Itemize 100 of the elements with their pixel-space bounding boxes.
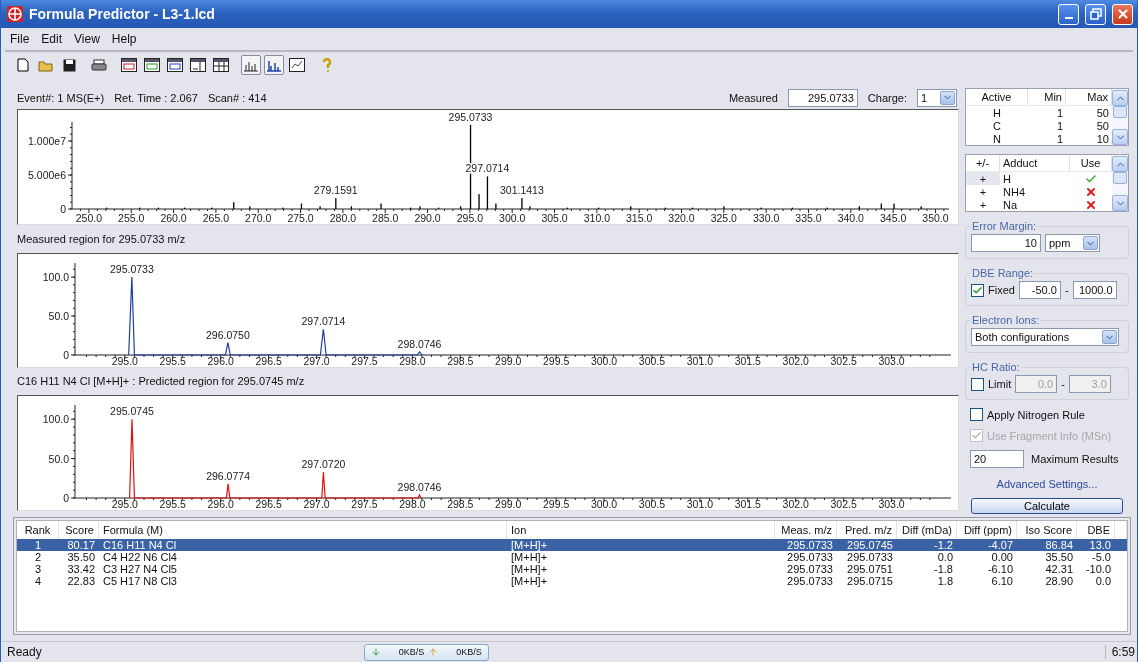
tick-label: 295.0	[111, 498, 138, 510]
table-cell[interactable]: 22.83	[59, 575, 99, 587]
scrollbar-thumb[interactable]	[1113, 106, 1127, 118]
tick-label: 310.0	[583, 212, 610, 225]
tick-label: 298.5	[447, 354, 474, 367]
column-header[interactable]: Active	[966, 89, 1028, 106]
table-cell[interactable]: 0.0	[897, 551, 957, 563]
minimize-button[interactable]	[1058, 3, 1079, 25]
table-cell[interactable]: 13.0	[1077, 539, 1115, 551]
table-cell[interactable]: +	[966, 172, 1000, 185]
table-cell[interactable]: C5 H17 N8 Cl3	[99, 575, 507, 587]
table-cell[interactable]: 295.0745	[837, 539, 897, 551]
peak-label: 298.0746	[397, 337, 442, 350]
table-cell[interactable]: 2	[17, 551, 59, 563]
table-cell[interactable]: 295.0733	[837, 551, 897, 563]
maximize-button[interactable]	[1085, 3, 1106, 25]
column-header[interactable]: Min	[1028, 89, 1066, 106]
cross-icon[interactable]	[1085, 198, 1097, 211]
electron-ions-dropdown[interactable]: Both configurations	[971, 328, 1119, 346]
table-cell[interactable]: -4.07	[957, 539, 1017, 551]
peak-label: 295.0733	[448, 111, 493, 124]
menu-item[interactable]: Help	[106, 30, 142, 48]
table-cell[interactable]: 42.31	[1017, 563, 1077, 575]
checkbox-label: Fixed	[988, 284, 1015, 296]
table-cell[interactable]: 33.42	[59, 563, 99, 575]
check-icon[interactable]	[1085, 172, 1097, 185]
table-cell[interactable]: 0.00	[957, 551, 1017, 563]
checkbox[interactable]	[971, 377, 984, 391]
tick-label: 299.5	[543, 354, 570, 367]
peak-label: 301.1413	[499, 184, 544, 197]
table-icon	[190, 58, 206, 72]
table-cell[interactable]: -1.8	[897, 563, 957, 575]
table-cell[interactable]: 3	[17, 563, 59, 575]
table-cell[interactable]: 35.50	[59, 551, 99, 563]
min-field[interactable]: -50.0	[1018, 281, 1061, 299]
table-cell[interactable]: [M+H]+	[507, 575, 775, 587]
table-cell[interactable]: 4	[17, 575, 59, 587]
table-cell[interactable]: 295.0733	[775, 539, 837, 551]
table-cell[interactable]: 6.10	[957, 575, 1017, 587]
table-cell[interactable]: 28.90	[1017, 575, 1077, 587]
table-cell[interactable]: C16 H11 N4 Cl	[99, 539, 507, 551]
table-cell[interactable]: [M+H]+	[507, 551, 775, 563]
table-cell[interactable]: [M+H]+	[507, 539, 775, 551]
checkbox[interactable]	[970, 408, 983, 421]
checkbox[interactable]	[971, 283, 984, 297]
table-cell[interactable]: 1.8	[897, 575, 957, 587]
scrollbar-thumb[interactable]	[1113, 172, 1127, 184]
table-cell[interactable]: 86.84	[1017, 539, 1077, 551]
table-cell[interactable]: 80.17	[59, 539, 99, 551]
max-results-field[interactable]: 20	[970, 450, 1024, 468]
menu-item[interactable]: File	[5, 30, 35, 48]
table-cell[interactable]: 295.0733	[775, 575, 837, 587]
checkbox-label: Use Fragment Info (MSn)	[987, 429, 1112, 442]
unit-dropdown[interactable]: ppm	[1045, 234, 1100, 252]
table-cell[interactable]: 35.50	[1017, 551, 1077, 563]
table-cell[interactable]: 295.0733	[775, 563, 837, 575]
table-cell[interactable]: 1	[17, 539, 59, 551]
peak-label: 279.1591	[313, 184, 358, 197]
check-icon	[972, 284, 983, 296]
toolbar-button[interactable]	[165, 55, 185, 75]
menu-item[interactable]: View	[69, 30, 105, 48]
table-cell[interactable]: 295.0733	[775, 551, 837, 563]
upload-arrow-icon	[428, 647, 439, 657]
toolbar-button[interactable]	[119, 55, 139, 75]
calculate-button[interactable]: Calculate	[971, 498, 1123, 514]
tick-label: 270.0	[245, 212, 272, 225]
chart-caption: Measured region for 295.0733 m/z	[17, 233, 186, 246]
charge-label: Charge:	[867, 91, 907, 104]
table-cell[interactable]: -10.0	[1077, 563, 1115, 575]
cross-icon[interactable]	[1085, 185, 1097, 198]
help-icon	[322, 58, 332, 72]
toolbar-button[interactable]	[142, 55, 162, 75]
toolbar-button[interactable]	[188, 55, 208, 75]
table-cell[interactable]: 0.0	[1077, 575, 1115, 587]
table-cell[interactable]: -1.2	[897, 539, 957, 551]
toolbar-button[interactable]	[211, 55, 231, 75]
table-cell[interactable]: 295.0715	[837, 575, 897, 587]
download-rate: 0KB/S	[398, 647, 425, 657]
max-field[interactable]: 1000.0	[1072, 281, 1117, 299]
toolbar-button[interactable]	[287, 55, 307, 75]
table-cell[interactable]: [M+H]+	[507, 563, 775, 575]
tick-label: 301.0	[686, 498, 714, 510]
table-cell[interactable]: +	[966, 198, 1000, 211]
table-cell[interactable]: -5.0	[1077, 551, 1115, 563]
charge-dropdown[interactable]: 1	[917, 88, 957, 107]
tick-label: 50.0	[48, 452, 69, 465]
menu-item[interactable]: Edit	[36, 30, 68, 48]
table-cell[interactable]: +	[966, 185, 1000, 198]
spectrum-bar	[350, 206, 353, 210]
table-cell[interactable]: 295.0751	[837, 563, 897, 575]
close-button[interactable]	[1112, 3, 1133, 25]
table-cell[interactable]: C3 H27 N4 Cl5	[99, 563, 507, 575]
max-results-label: Maximum Results	[1030, 453, 1119, 465]
table-cell[interactable]: -6.10	[957, 563, 1017, 575]
column-header[interactable]: Adduct	[1000, 155, 1070, 172]
measured-field[interactable]: 295.0733	[787, 88, 858, 107]
error-margin-field[interactable]: 10	[971, 234, 1041, 252]
advanced-settings-link[interactable]: Advanced Settings...	[965, 476, 1129, 490]
peak-label: 296.0750	[205, 328, 250, 341]
table-cell[interactable]: C4 H22 N6 Cl4	[99, 551, 507, 563]
